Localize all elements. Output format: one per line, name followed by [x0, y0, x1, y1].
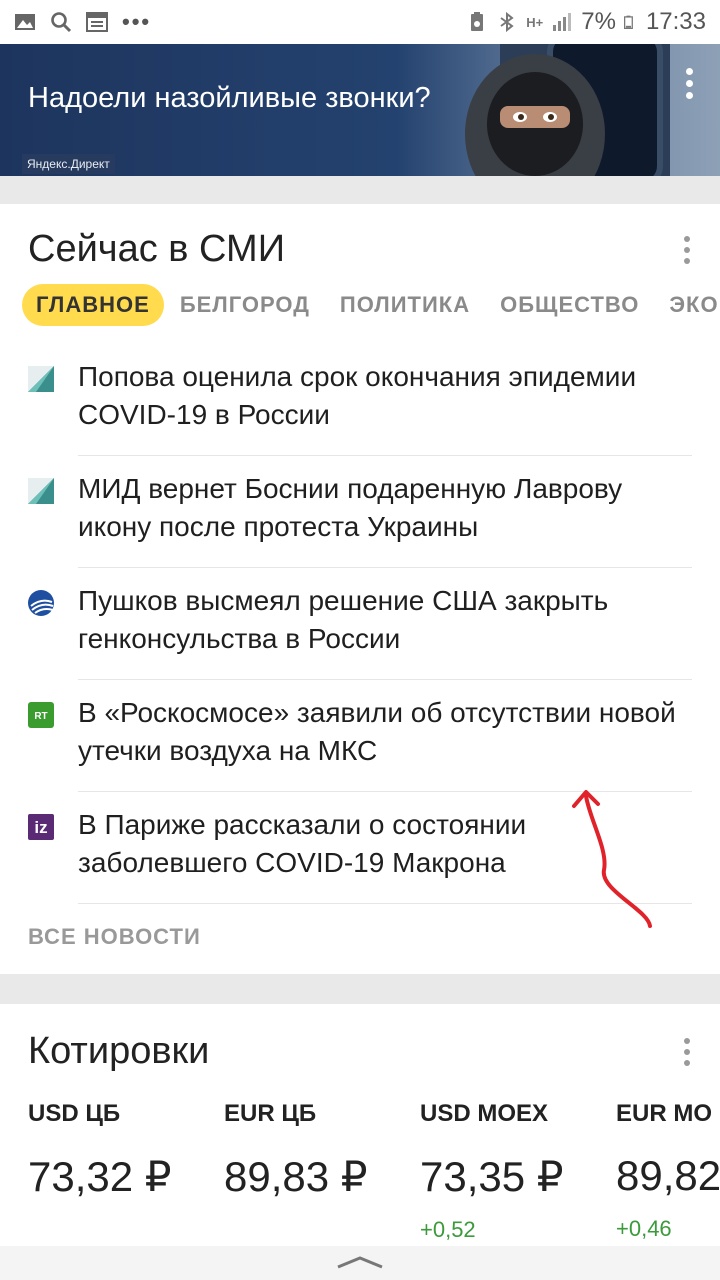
news-item[interactable]: Попова оценила срок окончания эпидемии C… — [0, 344, 720, 456]
network-type: H+ — [526, 14, 544, 30]
source-globe-icon — [28, 590, 54, 616]
bluetooth-icon — [500, 11, 514, 33]
search-icon — [51, 12, 72, 33]
quote-name: USD MOEX — [420, 1100, 549, 1127]
tab-politics[interactable]: ПОЛИТИКА — [326, 284, 484, 326]
quote-name: EUR MO — [616, 1100, 712, 1127]
battery-percent: 7% — [581, 8, 616, 35]
hacker-image — [465, 44, 670, 176]
news-item[interactable]: RT В «Роскосмосе» заявили об отсутствии … — [0, 680, 720, 792]
source-triangle-icon — [28, 478, 54, 504]
quote-eur-moex[interactable]: EUR MO 89,82 +0,46 — [616, 1100, 720, 1242]
news-headline[interactable]: Пушков высмеял решение США закрыть генко… — [78, 582, 698, 658]
tab-main[interactable]: ГЛАВНОЕ — [22, 284, 164, 326]
all-news-link[interactable]: ВСЕ НОВОСТИ — [28, 924, 201, 950]
status-bar: ••• H+ 7% 17:33 — [0, 0, 720, 44]
annotation-arrow — [572, 790, 652, 928]
news-item[interactable]: МИД вернет Боснии подаренную Лаврову ико… — [0, 456, 720, 568]
iz-icon: iz — [28, 814, 54, 840]
gallery-icon — [15, 14, 35, 30]
bottom-sheet-bar[interactable] — [0, 1246, 720, 1280]
tab-society[interactable]: ОБЩЕСТВО — [486, 284, 653, 326]
quote-eur-cb[interactable]: EUR ЦБ 89,83 ₽ — [224, 1100, 414, 1217]
quote-usd-cb[interactable]: USD ЦБ 73,32 ₽ — [28, 1100, 218, 1217]
tab-economy[interactable]: ЭКО — [655, 284, 720, 326]
battery-icon — [623, 15, 633, 29]
news-icon — [86, 12, 108, 32]
news-menu-icon[interactable] — [684, 236, 690, 269]
signal-icon — [553, 13, 572, 31]
quote-value: 89,83 ₽ — [224, 1153, 368, 1200]
quotes-card: Котировки USD ЦБ 73,32 ₽ EUR ЦБ 89,83 ₽ … — [0, 1004, 720, 1254]
news-card-title: Сейчас в СМИ — [28, 228, 286, 270]
quote-value: 89,82 — [616, 1152, 720, 1199]
news-tabs: ГЛАВНОЕ БЕЛГОРОД ПОЛИТИКА ОБЩЕСТВО ЭКО — [22, 284, 720, 326]
news-headline[interactable]: Попова оценила срок окончания эпидемии C… — [78, 358, 698, 434]
more-dots-icon: ••• — [122, 9, 152, 34]
ad-source-label: Яндекс.Директ — [22, 154, 115, 174]
quote-value: 73,32 ₽ — [28, 1153, 172, 1200]
chevron-up-icon[interactable] — [336, 1254, 384, 1270]
quote-name: USD ЦБ — [28, 1100, 121, 1127]
clock: 17:33 — [645, 8, 706, 35]
tab-belgorod[interactable]: БЕЛГОРОД — [166, 284, 324, 326]
quotes-menu-icon[interactable] — [684, 1038, 690, 1071]
battery-saver-icon — [471, 12, 484, 31]
ad-banner[interactable]: Надоели назойливые звонки? Яндекс.Директ — [0, 44, 720, 176]
banner-menu-icon[interactable] — [686, 68, 694, 104]
source-triangle-icon — [28, 366, 54, 392]
quote-change: +0,46 — [616, 1216, 672, 1241]
quote-value: 73,35 ₽ — [420, 1153, 564, 1200]
news-headline[interactable]: МИД вернет Боснии подаренную Лаврову ико… — [78, 470, 698, 546]
quote-name: EUR ЦБ — [224, 1100, 317, 1127]
rt-icon: RT — [28, 702, 54, 728]
news-headline[interactable]: В «Роскосмосе» заявили об отсутствии нов… — [78, 694, 698, 770]
quote-change: +0,52 — [420, 1217, 476, 1242]
rt-label: RT — [34, 711, 47, 722]
news-item[interactable]: Пушков высмеял решение США закрыть генко… — [0, 568, 720, 680]
quote-usd-moex[interactable]: USD MOEX 73,35 ₽ +0,52 — [420, 1100, 610, 1243]
iz-label: iz — [34, 818, 47, 837]
quotes-card-title: Котировки — [28, 1030, 210, 1072]
banner-title[interactable]: Надоели назойливые звонки? — [28, 82, 431, 115]
